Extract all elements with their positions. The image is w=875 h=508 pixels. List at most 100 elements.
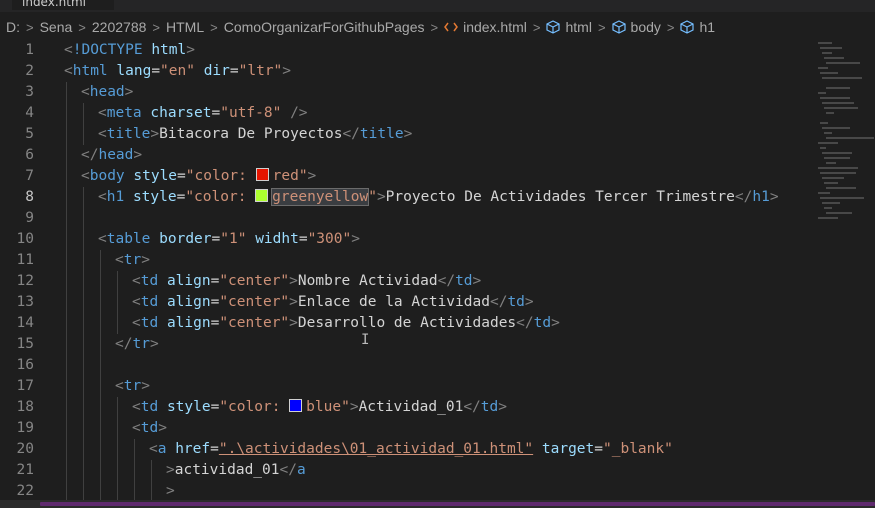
indent-guide [134, 481, 135, 502]
code-token: > [186, 42, 195, 58]
code-token: align [166, 273, 211, 289]
code-line[interactable]: 8 <h1 style="color: greenyellow">Proyecto… [0, 187, 810, 208]
code-line[interactable]: 7 <body style="color: red"> [0, 166, 810, 187]
color-swatch-icon[interactable] [289, 399, 303, 412]
code-token: Nombre Actividad [297, 273, 438, 289]
breadcrumb: D: > Sena >2202788 > HTML > ComoOrganizarForGit… [0, 14, 875, 40]
breadcrumb-item[interactable]: ComoOrganizarForGithubPages [224, 19, 425, 35]
code-line[interactable]: 11 <tr> [0, 250, 810, 271]
breadcrumb-item[interactable]: Sena [40, 19, 73, 35]
minimap-line [822, 52, 832, 54]
indent-guide [100, 292, 101, 313]
indent-guide [100, 355, 101, 376]
more-actions-icon[interactable]: ··· [841, 0, 853, 8]
code-token: head [98, 147, 134, 163]
breadcrumb-item[interactable]: index.html [444, 19, 527, 35]
code-line[interactable]: 2 <html lang="en" dir="ltr"> [0, 61, 810, 82]
line-number: 2 [25, 63, 34, 79]
breadcrumb-item[interactable]: HTML [166, 19, 204, 35]
tab-index-html[interactable]: index.html [12, 0, 114, 10]
code-token: = [211, 231, 221, 247]
breadcrumb-label: ComoOrganizarForGithubPages [223, 19, 425, 35]
code-line[interactable]: 21 >actividad_01</a [0, 460, 810, 481]
code-line[interactable]: 12 <td align="center">Nombre Actividad</t… [0, 271, 810, 292]
code-token: > [403, 126, 413, 142]
code-token: "color: [185, 168, 256, 184]
breadcrumb-item[interactable]: h1 [680, 19, 715, 35]
line-number: 7 [25, 168, 34, 184]
code-token: title [359, 126, 404, 142]
indent-guide [66, 313, 67, 334]
code-line[interactable]: 17 <tr> [0, 376, 810, 397]
minimap-line [822, 202, 840, 204]
code-line[interactable]: 22 > [0, 481, 810, 502]
indent-guide [83, 460, 84, 481]
minimap-line [820, 47, 842, 49]
code-line[interactable]: 1 <!DOCTYPE html> [0, 40, 810, 61]
chevron-right-icon: > [532, 19, 541, 35]
code-line[interactable]: 15 </tr> [0, 334, 810, 355]
minimap-line [824, 157, 850, 159]
code-line[interactable]: 14 <td align="center">Desarrollo de Activ… [0, 313, 810, 334]
line-number: 1 [25, 42, 34, 58]
line-number: 9 [25, 210, 34, 226]
indent-guide [83, 124, 84, 145]
chevron-right-icon: > [597, 19, 606, 35]
code-token: </ [81, 147, 99, 163]
code-line[interactable]: 20 <a href=".\actividades\01_actividad_01… [0, 439, 810, 460]
code-line[interactable]: 10 <table border="1" widht="300"> [0, 229, 810, 250]
code-token: "300" [307, 231, 352, 247]
indent-guide [83, 334, 84, 355]
code-token: href [175, 441, 211, 457]
indent-guide [117, 460, 118, 481]
code-token: td [507, 294, 525, 310]
code-token: = [177, 168, 186, 184]
indent-guide [83, 229, 84, 250]
scrollbar-thumb[interactable] [40, 502, 875, 506]
indent-guide [66, 103, 67, 124]
minimap-line [818, 217, 838, 219]
indent-guide [83, 439, 84, 460]
code-line[interactable]: 6 </head> [0, 145, 810, 166]
code-token: lang [116, 63, 152, 79]
chevron-right-icon: > [430, 19, 439, 35]
code-token: > [166, 483, 175, 499]
code-token: greenyellow [271, 188, 370, 206]
code-line[interactable]: 13 <td align="center">Enlace de la Activi… [0, 292, 810, 313]
indent-guide [66, 481, 67, 502]
code-line[interactable]: 19 <td> [0, 418, 810, 439]
code-line[interactable]: 3 <head> [0, 82, 810, 103]
code-token: body [89, 168, 125, 184]
breadcrumb-item[interactable]: body [611, 19, 661, 35]
code-token: </ [489, 294, 508, 310]
code-token: ".\actividades\01_actividad_01.html" [218, 441, 534, 457]
code-content: <meta charset="utf-8" /> [98, 103, 308, 124]
indent-guide [117, 481, 118, 502]
code-line[interactable]: 5 <title>Bitacora De Proyectos</title> [0, 124, 810, 145]
indent-guide [66, 376, 67, 397]
chevron-right-icon: > [26, 19, 34, 35]
code-line[interactable]: 9 [0, 208, 810, 229]
minimap-line [824, 132, 832, 134]
code-line[interactable]: 16 [0, 355, 810, 376]
code-line[interactable]: 4 <meta charset="utf-8" /> [0, 103, 810, 124]
color-swatch-icon[interactable] [255, 168, 269, 181]
line-number: 13 [16, 294, 34, 310]
indent-guide [83, 250, 84, 271]
code-editor[interactable]: 1 <!DOCTYPE html> 2 <html lang="en" dir="lt… [0, 40, 810, 508]
breadcrumb-item[interactable]: 2202788 [92, 19, 147, 35]
code-token: head [89, 84, 125, 100]
breadcrumb-item[interactable]: html [546, 19, 592, 35]
minimap[interactable] [812, 40, 875, 508]
horizontal-scrollbar[interactable] [0, 500, 875, 508]
minimap-line [826, 112, 834, 114]
indent-guide [117, 418, 118, 439]
indent-guide [66, 439, 67, 460]
code-content: >actividad_01</a [166, 460, 306, 481]
code-token: meta [106, 105, 142, 121]
breadcrumb-item[interactable]: D: [6, 19, 20, 35]
code-token: !DOCTYPE [72, 42, 143, 58]
code-line[interactable]: 18 <td style="color: blue">Actividad_01</… [0, 397, 810, 418]
color-swatch-icon[interactable] [255, 189, 269, 202]
